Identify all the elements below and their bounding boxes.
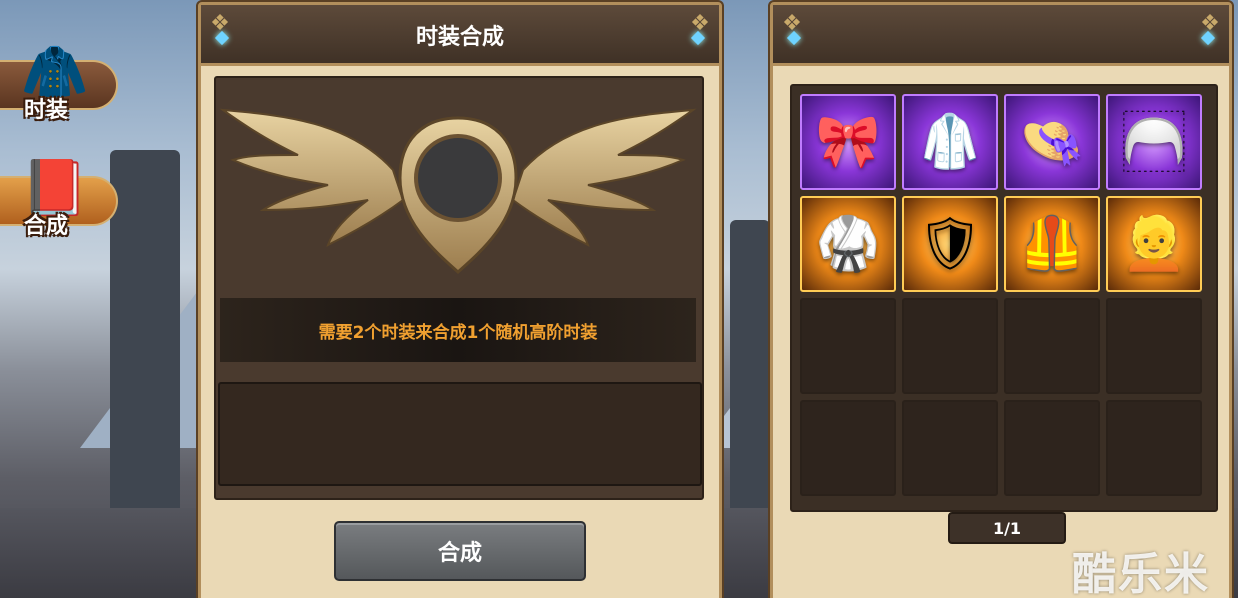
- white-hair-icon: 👱: [1121, 214, 1187, 274]
- costume-grid: 🎀 🥼 👒 🦳 🥋 🛡 🦺 👱: [800, 94, 1204, 500]
- costume-slot[interactable]: 🥋: [800, 196, 896, 292]
- empty-slot[interactable]: [800, 298, 896, 394]
- empty-slot[interactable]: [1106, 400, 1202, 496]
- white-suit-icon: 🥼: [917, 112, 983, 172]
- red-armor-icon: 🛡: [916, 214, 983, 274]
- side-tab-craft-label: 合成: [24, 214, 69, 239]
- empty-slot-circle: [414, 134, 502, 222]
- craft-hint: 需要2个时装来合成1个随机高阶时装: [220, 298, 696, 362]
- craft-panel-header: ❖ ❖ 时装合成: [201, 5, 719, 66]
- costume-slot[interactable]: 🦳: [1106, 94, 1202, 190]
- costume-slot[interactable]: 🦺: [1004, 196, 1100, 292]
- white-wig-icon: 🦳: [1121, 112, 1187, 172]
- side-tab-costume-label: 时装: [24, 98, 69, 123]
- tower-mid: [730, 220, 770, 520]
- watermark-logo: 酷乐米: [1072, 549, 1210, 598]
- craft-button[interactable]: 合成: [334, 521, 586, 581]
- empty-slot[interactable]: [1106, 298, 1202, 394]
- empty-slot[interactable]: [1004, 400, 1100, 496]
- page-indicator: 1/1: [948, 512, 1066, 544]
- wing-emblem-icon: [219, 108, 697, 274]
- bow-ribbon-icon: 🎀: [815, 112, 881, 172]
- gold-robe-icon: 🥋: [815, 214, 881, 274]
- craft-panel-title: 时装合成: [415, 25, 504, 50]
- costume-slot[interactable]: 🎀: [800, 94, 896, 190]
- costume-slot[interactable]: 🛡: [902, 196, 998, 292]
- side-tab-craft[interactable]: 📕 合成: [0, 150, 128, 239]
- empty-slot[interactable]: [1004, 298, 1100, 394]
- hat-icon: 👒: [1019, 112, 1085, 172]
- costume-slot[interactable]: 🥼: [902, 94, 998, 190]
- dark-armor-icon: 🦺: [1019, 214, 1085, 274]
- empty-slot[interactable]: [902, 400, 998, 496]
- costume-slot[interactable]: 👱: [1106, 196, 1202, 292]
- empty-slot[interactable]: [902, 298, 998, 394]
- side-tab-costume[interactable]: 🧥 时装: [0, 34, 128, 123]
- inventory-panel-header: ❖ ❖: [773, 5, 1229, 66]
- craft-result-box: [218, 382, 702, 486]
- costume-slot[interactable]: 👒: [1004, 94, 1100, 190]
- empty-slot[interactable]: [800, 400, 896, 496]
